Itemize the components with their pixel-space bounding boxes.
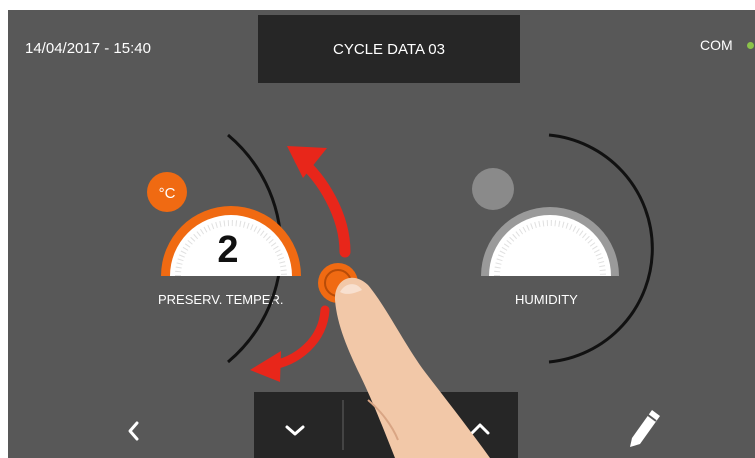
- temperature-value: 2: [217, 229, 238, 271]
- celsius-badge: °C: [147, 172, 187, 212]
- gesture-arrow-up: [287, 146, 351, 258]
- humidity-indicator: [472, 168, 514, 210]
- celsius-unit: °C: [159, 185, 176, 202]
- temperature-dial[interactable]: 2: [161, 206, 301, 277]
- chevron-left-icon[interactable]: [128, 421, 139, 441]
- humidity-dial[interactable]: [481, 207, 619, 277]
- chevron-down-icon[interactable]: [285, 425, 305, 436]
- dials-layer: 2 °C: [128, 133, 660, 458]
- chevron-up-icon[interactable]: [470, 423, 490, 435]
- finger-hand: [334, 277, 490, 458]
- pencil-icon[interactable]: [630, 410, 660, 447]
